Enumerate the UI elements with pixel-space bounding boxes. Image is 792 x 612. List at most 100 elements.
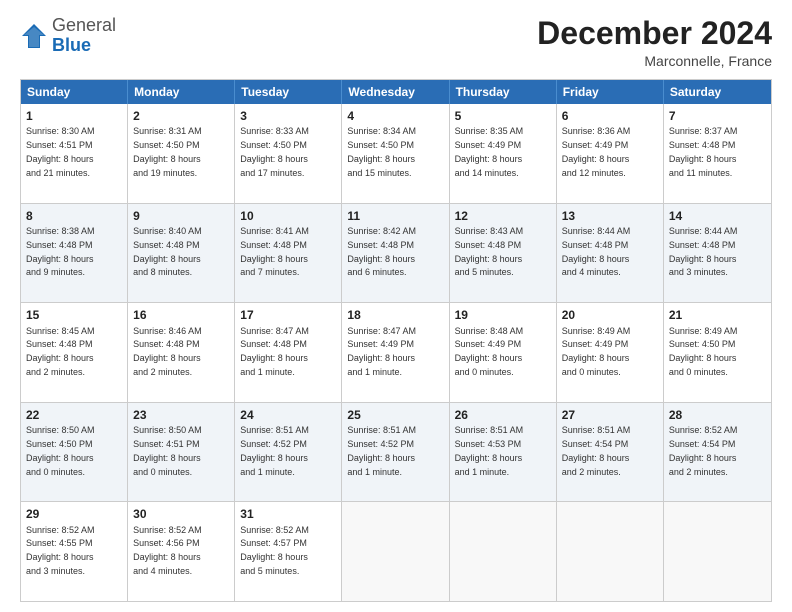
day-info: Sunrise: 8:31 AM Sunset: 4:50 PM Dayligh… — [133, 126, 202, 177]
day-cell-26: 26 Sunrise: 8:51 AM Sunset: 4:53 PM Dayli… — [450, 403, 557, 502]
calendar-header: SundayMondayTuesdayWednesdayThursdayFrid… — [21, 80, 771, 104]
empty-cell — [342, 502, 449, 601]
day-info: Sunrise: 8:48 AM Sunset: 4:49 PM Dayligh… — [455, 326, 524, 377]
day-number: 26 — [455, 407, 551, 423]
day-info: Sunrise: 8:46 AM Sunset: 4:48 PM Dayligh… — [133, 326, 202, 377]
day-info: Sunrise: 8:52 AM Sunset: 4:56 PM Dayligh… — [133, 525, 202, 576]
day-number: 28 — [669, 407, 766, 423]
day-info: Sunrise: 8:50 AM Sunset: 4:50 PM Dayligh… — [26, 425, 95, 476]
day-number: 17 — [240, 307, 336, 323]
day-info: Sunrise: 8:49 AM Sunset: 4:50 PM Dayligh… — [669, 326, 738, 377]
empty-cell — [450, 502, 557, 601]
logo-general: General — [52, 15, 116, 35]
day-cell-19: 19 Sunrise: 8:48 AM Sunset: 4:49 PM Dayli… — [450, 303, 557, 402]
day-cell-27: 27 Sunrise: 8:51 AM Sunset: 4:54 PM Dayli… — [557, 403, 664, 502]
day-cell-30: 30 Sunrise: 8:52 AM Sunset: 4:56 PM Dayli… — [128, 502, 235, 601]
day-cell-10: 10Sunrise: 8:41 AM Sunset: 4:48 PM Dayli… — [235, 204, 342, 303]
day-info: Sunrise: 8:43 AM Sunset: 4:48 PM Dayligh… — [455, 226, 524, 277]
day-cell-24: 24 Sunrise: 8:51 AM Sunset: 4:52 PM Dayli… — [235, 403, 342, 502]
day-number: 23 — [133, 407, 229, 423]
day-cell-28: 28Sunrise: 8:52 AM Sunset: 4:54 PM Dayli… — [664, 403, 771, 502]
day-info: Sunrise: 8:51 AM Sunset: 4:53 PM Dayligh… — [455, 425, 524, 476]
day-cell-20: 20 Sunrise: 8:49 AM Sunset: 4:49 PM Dayli… — [557, 303, 664, 402]
day-number: 9 — [133, 208, 229, 224]
day-number: 11 — [347, 208, 443, 224]
day-info: Sunrise: 8:44 AM Sunset: 4:48 PM Dayligh… — [669, 226, 738, 277]
day-cell-12: 12Sunrise: 8:43 AM Sunset: 4:48 PM Dayli… — [450, 204, 557, 303]
day-number: 16 — [133, 307, 229, 323]
empty-cell — [557, 502, 664, 601]
calendar-row: 29Sunrise: 8:52 AM Sunset: 4:55 PM Dayli… — [21, 501, 771, 601]
day-number: 25 — [347, 407, 443, 423]
header-cell-wednesday: Wednesday — [342, 80, 449, 104]
day-info: Sunrise: 8:50 AM Sunset: 4:51 PM Dayligh… — [133, 425, 202, 476]
day-info: Sunrise: 8:47 AM Sunset: 4:48 PM Dayligh… — [240, 326, 309, 377]
calendar: SundayMondayTuesdayWednesdayThursdayFrid… — [20, 79, 772, 602]
day-cell-21: 21Sunrise: 8:49 AM Sunset: 4:50 PM Dayli… — [664, 303, 771, 402]
day-cell-16: 16 Sunrise: 8:46 AM Sunset: 4:48 PM Dayli… — [128, 303, 235, 402]
logo-icon — [20, 22, 48, 50]
day-cell-18: 18 Sunrise: 8:47 AM Sunset: 4:49 PM Dayli… — [342, 303, 449, 402]
page: General Blue December 2024 Marconnelle, … — [0, 0, 792, 612]
day-info: Sunrise: 8:37 AM Sunset: 4:48 PM Dayligh… — [669, 126, 738, 177]
day-number: 4 — [347, 108, 443, 124]
day-number: 30 — [133, 506, 229, 522]
calendar-body: 1Sunrise: 8:30 AM Sunset: 4:51 PM Daylig… — [21, 104, 771, 601]
day-cell-31: 31 Sunrise: 8:52 AM Sunset: 4:57 PM Dayli… — [235, 502, 342, 601]
day-cell-25: 25Sunrise: 8:51 AM Sunset: 4:52 PM Dayli… — [342, 403, 449, 502]
day-number: 15 — [26, 307, 122, 323]
calendar-row: 22 Sunrise: 8:50 AM Sunset: 4:50 PM Dayli… — [21, 402, 771, 502]
calendar-row: 1Sunrise: 8:30 AM Sunset: 4:51 PM Daylig… — [21, 104, 771, 203]
header-cell-monday: Monday — [128, 80, 235, 104]
day-number: 22 — [26, 407, 122, 423]
day-cell-1: 1Sunrise: 8:30 AM Sunset: 4:51 PM Daylig… — [21, 104, 128, 203]
day-number: 27 — [562, 407, 658, 423]
day-cell-7: 7 Sunrise: 8:37 AM Sunset: 4:48 PM Daylig… — [664, 104, 771, 203]
header-cell-thursday: Thursday — [450, 80, 557, 104]
header-cell-sunday: Sunday — [21, 80, 128, 104]
day-number: 14 — [669, 208, 766, 224]
logo-blue: Blue — [52, 35, 91, 55]
day-number: 3 — [240, 108, 336, 124]
day-cell-17: 17 Sunrise: 8:47 AM Sunset: 4:48 PM Dayli… — [235, 303, 342, 402]
day-info: Sunrise: 8:47 AM Sunset: 4:49 PM Dayligh… — [347, 326, 416, 377]
day-info: Sunrise: 8:51 AM Sunset: 4:54 PM Dayligh… — [562, 425, 631, 476]
day-cell-8: 8Sunrise: 8:38 AM Sunset: 4:48 PM Daylig… — [21, 204, 128, 303]
calendar-row: 15 Sunrise: 8:45 AM Sunset: 4:48 PM Dayli… — [21, 302, 771, 402]
day-cell-29: 29Sunrise: 8:52 AM Sunset: 4:55 PM Dayli… — [21, 502, 128, 601]
day-cell-9: 9 Sunrise: 8:40 AM Sunset: 4:48 PM Daylig… — [128, 204, 235, 303]
header: General Blue December 2024 Marconnelle, … — [20, 16, 772, 69]
day-info: Sunrise: 8:34 AM Sunset: 4:50 PM Dayligh… — [347, 126, 416, 177]
day-number: 2 — [133, 108, 229, 124]
day-number: 18 — [347, 307, 443, 323]
day-cell-15: 15 Sunrise: 8:45 AM Sunset: 4:48 PM Dayli… — [21, 303, 128, 402]
month-title: December 2024 — [537, 16, 772, 51]
day-number: 7 — [669, 108, 766, 124]
day-info: Sunrise: 8:41 AM Sunset: 4:48 PM Dayligh… — [240, 226, 309, 277]
day-number: 6 — [562, 108, 658, 124]
day-info: Sunrise: 8:45 AM Sunset: 4:48 PM Dayligh… — [26, 326, 95, 377]
day-number: 20 — [562, 307, 658, 323]
day-info: Sunrise: 8:40 AM Sunset: 4:48 PM Dayligh… — [133, 226, 202, 277]
day-info: Sunrise: 8:38 AM Sunset: 4:48 PM Dayligh… — [26, 226, 95, 277]
day-number: 5 — [455, 108, 551, 124]
day-cell-6: 6 Sunrise: 8:36 AM Sunset: 4:49 PM Daylig… — [557, 104, 664, 203]
day-info: Sunrise: 8:49 AM Sunset: 4:49 PM Dayligh… — [562, 326, 631, 377]
day-cell-11: 11Sunrise: 8:42 AM Sunset: 4:48 PM Dayli… — [342, 204, 449, 303]
calendar-row: 8Sunrise: 8:38 AM Sunset: 4:48 PM Daylig… — [21, 203, 771, 303]
day-info: Sunrise: 8:30 AM Sunset: 4:51 PM Dayligh… — [26, 126, 95, 177]
day-number: 19 — [455, 307, 551, 323]
day-info: Sunrise: 8:52 AM Sunset: 4:55 PM Dayligh… — [26, 525, 95, 576]
title-block: December 2024 Marconnelle, France — [537, 16, 772, 69]
day-info: Sunrise: 8:52 AM Sunset: 4:57 PM Dayligh… — [240, 525, 309, 576]
day-info: Sunrise: 8:35 AM Sunset: 4:49 PM Dayligh… — [455, 126, 524, 177]
empty-cell — [664, 502, 771, 601]
day-number: 31 — [240, 506, 336, 522]
day-cell-14: 14 Sunrise: 8:44 AM Sunset: 4:48 PM Dayli… — [664, 204, 771, 303]
location: Marconnelle, France — [537, 53, 772, 69]
day-info: Sunrise: 8:36 AM Sunset: 4:49 PM Dayligh… — [562, 126, 631, 177]
header-cell-saturday: Saturday — [664, 80, 771, 104]
header-cell-friday: Friday — [557, 80, 664, 104]
day-number: 24 — [240, 407, 336, 423]
day-info: Sunrise: 8:51 AM Sunset: 4:52 PM Dayligh… — [240, 425, 309, 476]
